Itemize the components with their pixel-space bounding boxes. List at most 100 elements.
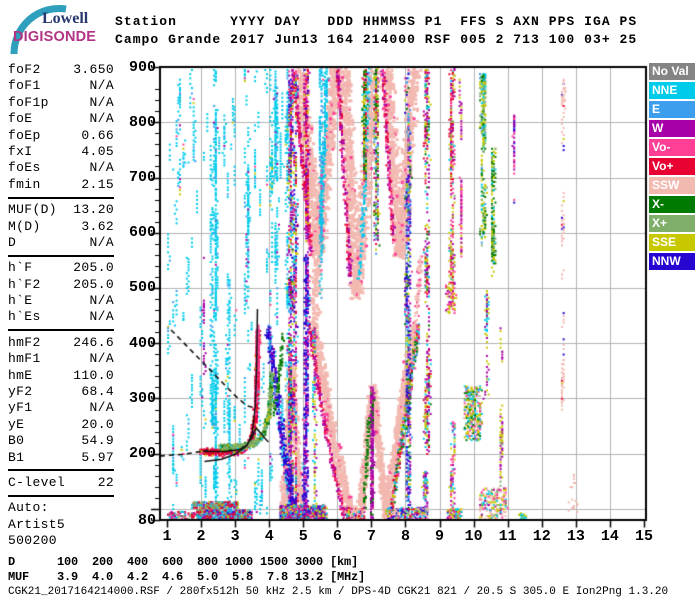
legend-item-w: W	[649, 120, 695, 137]
parameter-name: 500200	[8, 533, 57, 549]
parameter-name: h`F2	[8, 276, 41, 292]
x-tick-label: 6	[332, 528, 342, 545]
parameter-row: fmin 2.15	[8, 177, 114, 193]
parameter-row: foF2 3.650	[8, 62, 114, 78]
logo-text-digisonde: DIGISONDE	[13, 29, 97, 45]
parameter-name: Auto:	[8, 500, 49, 516]
parameter-value: 4.05	[81, 143, 114, 159]
lowell-digisonde-logo: Lowell DIGISONDE	[6, 4, 118, 56]
y-tick-label: 800	[128, 113, 156, 131]
panel-divider	[8, 329, 114, 332]
y-tick-label: 900	[128, 58, 156, 76]
station-header-line1: Station YYYY DAY DDD HHMMSS P1 FFS S AXN…	[115, 14, 638, 29]
x-tick-label: 15	[634, 528, 653, 545]
parameter-row: hmE 110.0	[8, 368, 114, 384]
station-header-line2: Campo Grande 2017 Jun13 164 214000 RSF 0…	[115, 32, 638, 47]
parameter-name: B0	[8, 433, 25, 449]
y-tick-label: 600	[128, 224, 156, 242]
parameter-row: B0 54.9	[8, 433, 114, 449]
parameter-row: foEp 0.66	[8, 128, 114, 144]
parameter-name: C-level	[8, 474, 66, 490]
legend-item-noval: No Val	[649, 63, 695, 80]
parameter-row: foF1p N/A	[8, 95, 114, 111]
muf-scale-row: MUF 3.9 4.0 4.2 4.6 5.0 5.8 7.8 13.2 [MH…	[8, 570, 366, 584]
parameter-row: B1 5.97	[8, 450, 114, 466]
parameter-name: foF1	[8, 78, 41, 94]
parameter-row: hmF2 246.6	[8, 335, 114, 351]
parameter-row: MUF(D) 13.20	[8, 202, 114, 218]
legend-item-vo+: Vo+	[649, 158, 695, 175]
doppler-direction-legend: No Val NNE E W Vo- Vo+ SSW X- X+ SSE NNW	[649, 63, 696, 272]
y-tick-label: 500	[128, 279, 156, 297]
parameter-row: foF1 N/A	[8, 78, 114, 94]
parameter-name: hmE	[8, 367, 33, 383]
x-tick-label: 8	[400, 528, 410, 545]
parameter-row: Auto:	[8, 500, 114, 516]
parameter-name: h`E	[8, 293, 33, 309]
parameter-name: MUF(D)	[8, 202, 57, 218]
distance-scale-row: D 100 200 400 600 800 1000 1500 3000 [km…	[8, 555, 359, 569]
scaled-parameters-panel: foF2 3.650 foF1 N/A foF1p N/A foE N/A foEp 0.66 fx…	[8, 62, 114, 550]
logo-text-lowell: Lowell	[42, 10, 89, 27]
x-tick-label: 3	[230, 528, 240, 545]
parameter-row: hmF1 N/A	[8, 351, 114, 367]
parameter-name: h`Es	[8, 309, 41, 325]
y-tick-label: 300	[128, 389, 156, 407]
legend-item-ssw: SSW	[649, 177, 695, 194]
x-tick-label: 12	[532, 528, 551, 545]
parameter-value: N/A	[89, 78, 114, 94]
x-tick-label: 13	[566, 528, 585, 545]
x-tick-label: 7	[366, 528, 376, 545]
parameter-value: 110.0	[73, 367, 114, 383]
parameter-row: h`F2 205.0	[8, 277, 114, 293]
parameter-row: yE 20.0	[8, 417, 114, 433]
x-tick-label: 4	[264, 528, 274, 545]
parameter-value: 20.0	[81, 416, 114, 432]
parameter-name: M(D)	[8, 218, 41, 234]
parameter-name: foF2	[8, 62, 41, 77]
parameter-value: 246.6	[73, 334, 114, 350]
parameter-row: h`E N/A	[8, 293, 114, 309]
y-tick-label: 700	[128, 169, 156, 186]
panel-divider	[8, 494, 114, 497]
parameter-name: yE	[8, 416, 25, 432]
parameter-row: yF1 N/A	[8, 400, 114, 416]
parameter-row: yF2 68.4	[8, 384, 114, 400]
parameter-name: hmF2	[8, 334, 41, 350]
parameter-name: Artist5	[8, 516, 66, 532]
x-tick-label: 2	[196, 528, 206, 545]
parameter-name: foEp	[8, 127, 41, 143]
x-tick-label: 14	[600, 528, 619, 545]
parameter-row: M(D) 3.62	[8, 219, 114, 235]
y-tick-label: 80	[137, 511, 156, 529]
legend-item-vo-: Vo-	[649, 139, 695, 156]
parameter-name: yF2	[8, 384, 33, 400]
x-tick-label: 1	[162, 528, 172, 545]
parameter-name: foE	[8, 111, 33, 127]
parameter-row: C-level 22	[8, 475, 114, 491]
parameter-row: h`F 205.0	[8, 260, 114, 276]
parameter-row: D N/A	[8, 235, 114, 251]
parameter-name: yF1	[8, 400, 33, 416]
y-tick-label: 400	[128, 334, 156, 352]
panel-divider	[8, 469, 114, 472]
parameter-row: h`Es N/A	[8, 309, 114, 325]
parameter-name: fxI	[8, 143, 33, 159]
x-tick-label: 10	[464, 528, 483, 545]
y-tick-label: 200	[128, 445, 156, 463]
parameter-row: foEs N/A	[8, 160, 114, 176]
file-info-line: CGK21_2017164214000.RSF / 280fx512h 50 k…	[8, 586, 669, 598]
x-tick-label: 9	[435, 528, 445, 545]
panel-divider	[8, 196, 114, 199]
parameter-value: 3.650	[73, 62, 114, 77]
parameter-value: N/A	[89, 309, 114, 325]
legend-item-nnw: NNW	[649, 253, 695, 270]
legend-item-sse: SSE	[649, 234, 695, 251]
x-tick-label: 5	[298, 528, 308, 545]
parameter-value: 205.0	[73, 260, 114, 276]
parameter-name: h`F	[8, 260, 33, 276]
parameter-value: N/A	[89, 351, 114, 367]
parameter-row: fxI 4.05	[8, 144, 114, 160]
parameter-name: hmF1	[8, 351, 41, 367]
parameter-name: foEs	[8, 160, 41, 176]
